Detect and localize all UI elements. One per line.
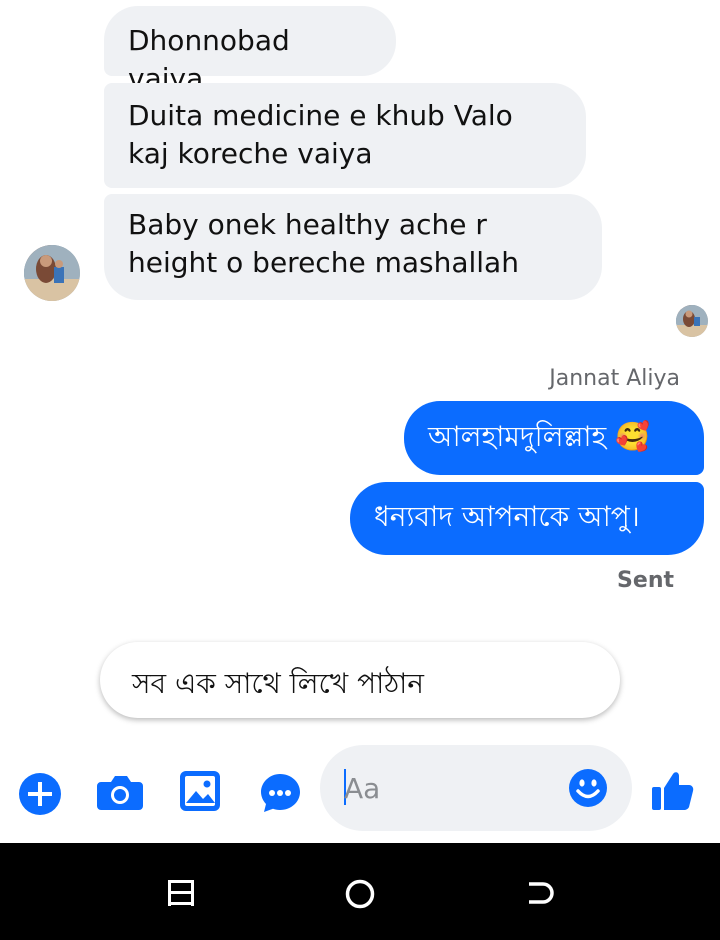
incoming-message[interactable]: Baby onek healthy ache r height o berech… [104, 194, 602, 300]
seen-avatar [676, 305, 708, 337]
message-input[interactable] [342, 767, 546, 809]
incoming-message[interactable]: Duita medicine e khub Valo kaj koreche v… [104, 83, 586, 188]
back-icon[interactable] [525, 880, 555, 908]
thumbs-up-icon[interactable] [650, 768, 694, 812]
outgoing-message[interactable]: আলহামদুলিল্লাহ 🥰 [404, 401, 704, 475]
message-text: আলহামদুলিল্লাহ 🥰 [428, 420, 650, 453]
camera-icon[interactable] [97, 772, 143, 812]
message-status: Sent [617, 568, 674, 593]
menu-icon[interactable] [168, 880, 194, 906]
incoming-message[interactable]: Dhonnobad vaiya [104, 6, 396, 95]
outgoing-message[interactable]: ধন্যবাদ আপনাকে আপু। [350, 482, 704, 555]
message-text: Duita medicine e khub Valo kaj koreche v… [128, 99, 513, 170]
message-text: ধন্যবাদ আপনাকে আপু। [374, 500, 640, 533]
suggestion-chip[interactable]: সব এক সাথে লিখে পাঠান [100, 642, 620, 718]
emoji-icon[interactable] [568, 768, 608, 808]
system-nav-bar [0, 843, 720, 940]
chat-bubble-icon[interactable] [259, 772, 301, 814]
plus-icon[interactable] [18, 772, 62, 816]
message-composer[interactable] [320, 745, 632, 831]
sender-name: Jannat Aliya [549, 366, 680, 391]
message-text: Baby onek healthy ache r height o berech… [128, 208, 519, 279]
home-icon[interactable] [344, 878, 376, 910]
suggestion-text: সব এক সাথে লিখে পাঠান [132, 667, 425, 700]
image-icon[interactable] [179, 770, 221, 812]
sender-avatar[interactable] [24, 245, 80, 301]
